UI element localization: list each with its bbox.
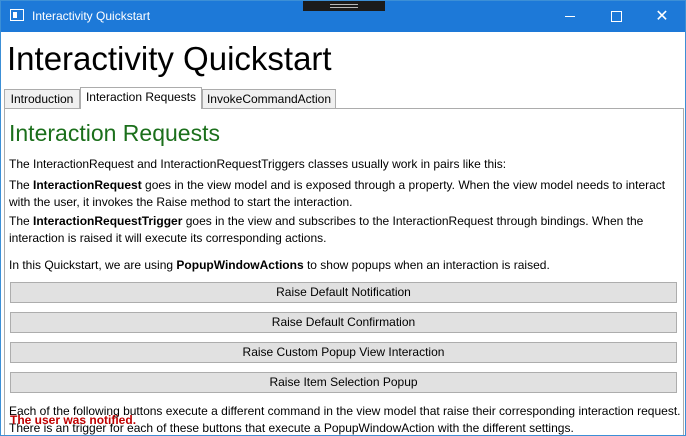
p4-pre: In this Quickstart, we are using (9, 258, 177, 272)
p2-bold: InteractionRequest (33, 178, 142, 192)
interaction-request-description: The InteractionRequest goes in the view … (9, 177, 681, 211)
p2-pre: The (9, 178, 34, 192)
close-icon: ✕ (655, 8, 669, 25)
app-window: Interactivity Quickstart ✕ Interactivity… (0, 0, 686, 436)
window-icon (10, 9, 24, 21)
p4-post: to show popups when an interaction is ra… (303, 258, 550, 272)
title-bar[interactable]: Interactivity Quickstart ✕ (1, 1, 685, 32)
tab-interaction-requests[interactable]: Interaction Requests (80, 87, 202, 109)
status-text: The user was notified. (10, 413, 137, 427)
p3-pre: The (9, 214, 34, 228)
raise-default-confirmation-button[interactable]: Raise Default Confirmation (10, 312, 677, 333)
raise-item-selection-button[interactable]: Raise Item Selection Popup (10, 372, 677, 393)
tab-introduction[interactable]: Introduction (4, 89, 80, 108)
p4-bold: PopupWindowActions (176, 258, 304, 272)
window-title: Interactivity Quickstart (32, 9, 151, 23)
raise-custom-popup-button[interactable]: Raise Custom Popup View Interaction (10, 342, 677, 363)
tab-strip: Introduction Interaction Requests Invoke… (4, 87, 684, 109)
minimize-button[interactable] (547, 1, 593, 32)
page-title: Interactivity Quickstart (7, 40, 332, 77)
minimize-icon (565, 16, 575, 18)
close-button[interactable]: ✕ (639, 1, 685, 32)
interaction-request-trigger-description: The InteractionRequestTrigger goes in th… (9, 213, 681, 247)
maximize-icon (610, 11, 622, 23)
p3-bold: InteractionRequestTrigger (33, 214, 183, 228)
popup-window-actions-description: In this Quickstart, we are using PopupWi… (9, 257, 681, 274)
section-heading: Interaction Requests (9, 120, 220, 146)
raise-default-notification-button[interactable]: Raise Default Notification (10, 282, 677, 303)
maximize-button[interactable] (593, 1, 639, 32)
tab-invoke-command-action[interactable]: InvokeCommandAction (202, 89, 336, 108)
debug-toolbar-grip[interactable] (303, 1, 385, 11)
intro-text: The InteractionRequest and InteractionRe… (9, 157, 507, 171)
